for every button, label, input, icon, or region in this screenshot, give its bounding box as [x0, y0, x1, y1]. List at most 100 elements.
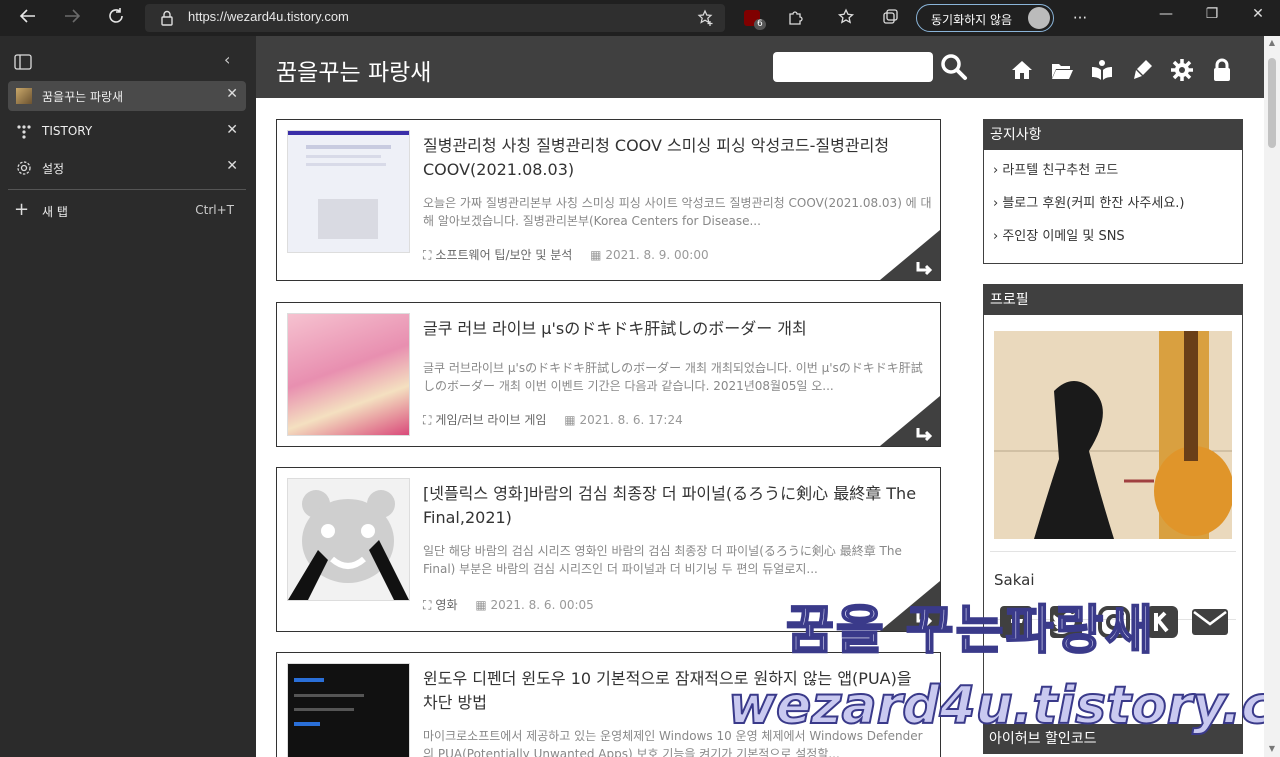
close-window-button[interactable]: ✕ [1248, 6, 1268, 22]
post-thumbnail[interactable] [287, 663, 410, 757]
post-excerpt: 글쿠 러브라이브 μ'sのドキドキ肝試しのボーダー 개최 개최되었습니다. 이번… [423, 361, 923, 393]
post-title[interactable]: 질병관리청 사칭 질병관리청 COOV 스미싱 피싱 악성코드-질병관리청 CO… [423, 134, 927, 182]
profile-name: Sakai [994, 571, 1035, 589]
folder-open-icon[interactable] [1050, 58, 1074, 82]
lock-icon [161, 10, 173, 26]
category-icon: ⛶ [423, 248, 432, 262]
post-category[interactable]: 소프트웨어 팁/보안 및 분석 [435, 248, 572, 262]
avatar [1028, 7, 1050, 29]
post-thumbnail[interactable] [287, 130, 410, 253]
watermark-url: wezard4u.tistory.com [727, 675, 1264, 737]
post-card[interactable]: 글쿠 러브 라이브 μ'sのドキドキ肝試しのボーダー 개최 글쿠 러브라이브 μ… [276, 302, 941, 447]
favorite-add-icon[interactable] [697, 9, 715, 27]
close-tab-button[interactable]: ✕ [226, 86, 238, 102]
new-tab-shortcut: Ctrl+T [195, 203, 234, 217]
search-input[interactable] [773, 52, 933, 82]
lock-icon[interactable] [1210, 58, 1234, 82]
home-icon[interactable] [1010, 58, 1034, 82]
favorites-star-icon [837, 8, 855, 24]
notice-item[interactable]: › 주인장 이메일 및 SNS [984, 220, 1242, 253]
maximize-button[interactable]: ❐ [1202, 6, 1222, 22]
calendar-icon: ▦ [564, 413, 576, 427]
scrollbar-thumb[interactable] [1268, 58, 1276, 148]
extensions-button[interactable] [786, 8, 806, 28]
restore-icon: ❐ [1205, 6, 1219, 22]
gear-icon[interactable] [1170, 58, 1194, 82]
book-icon[interactable] [1090, 58, 1114, 82]
scroll-up-icon[interactable]: ▲ [1267, 38, 1277, 48]
profile-image [994, 331, 1232, 539]
tab-actions-icon[interactable] [14, 54, 32, 70]
notice-widget: 공지사항 › 라프텔 친구추천 코드 › 블로그 후원(커피 한잔 사주세요.)… [983, 119, 1243, 264]
post-meta: ⛶ 소프트웨어 팁/보안 및 분석 ▦ 2021. 8. 9. 00:00 [423, 246, 709, 263]
web-page: 꿈을꾸는 파랑새 질병관리청 사칭 질병관리청 COOV 스미싱 피싱 악성코드… [256, 36, 1264, 757]
page-scrollbar[interactable]: ▲ ▼ [1264, 36, 1280, 757]
tab-title: 꿈을꾸는 파랑새 [42, 90, 124, 104]
ublock-badge: 6 [754, 19, 766, 30]
refresh-icon [109, 8, 123, 23]
divider [990, 551, 1236, 552]
tab-title: 설정 [42, 162, 65, 176]
tab-title: TISTORY [42, 124, 93, 138]
post-date: 2021. 8. 9. 00:00 [605, 248, 709, 262]
tab-tistory[interactable]: TISTORY ✕ [8, 117, 246, 147]
post-excerpt: 일단 해당 바람의 검심 시리즈 영화인 바람의 검심 최종장 더 파이널(るろ… [423, 544, 902, 576]
settings-more-button[interactable]: ··· [1070, 8, 1090, 28]
scroll-down-icon[interactable]: ▼ [1267, 744, 1277, 754]
post-excerpt: 오늘은 가짜 질병관리본부 사칭 스미싱 피싱 사이트 악성코드 질병관리청 C… [423, 196, 932, 228]
post-meta: ⛶ 게임/러브 라이브 게임 ▦ 2021. 8. 6. 17:24 [423, 411, 683, 428]
close-tab-button[interactable]: ✕ [226, 158, 238, 174]
tab-wezard-blog[interactable]: 꿈을꾸는 파랑새 ✕ [8, 81, 246, 111]
forward-button[interactable] [60, 6, 84, 30]
sync-profile-button[interactable]: 동기화하지 않음 [916, 4, 1054, 32]
post-date: 2021. 8. 6. 17:24 [579, 413, 683, 427]
mail-icon[interactable] [1190, 604, 1230, 640]
close-icon: ✕ [226, 122, 238, 138]
category-icon: ⛶ [423, 413, 432, 427]
post-category[interactable]: 게임/러브 라이브 게임 [435, 413, 546, 427]
browser-toolbar: https://wezard4u.tistory.com 6 동기화하지 않음 … [0, 0, 1280, 36]
site-title[interactable]: 꿈을꾸는 파랑새 [276, 53, 431, 87]
sidebar-divider [8, 189, 246, 190]
new-tab-button[interactable]: + 새 탭 Ctrl+T [8, 198, 246, 224]
notice-item[interactable]: › 블로그 후원(커피 한잔 사주세요.) [984, 187, 1242, 220]
sync-label: 동기화하지 않음 [931, 13, 1013, 27]
notice-heading: 공지사항 [984, 120, 1242, 150]
post-category[interactable]: 영화 [435, 598, 457, 612]
minimize-icon: — [1159, 6, 1173, 22]
category-icon: ⛶ [423, 598, 432, 612]
profile-heading: 프로필 [984, 285, 1242, 315]
watermark-title: 꿈을 꾸는파랑새 [785, 600, 1155, 662]
close-tab-button[interactable]: ✕ [226, 122, 238, 138]
read-more-corner-icon[interactable] [880, 396, 940, 446]
calendar-icon: ▦ [590, 248, 602, 262]
collapse-sidebar-button[interactable]: ‹ [224, 50, 230, 69]
site-header: 꿈을꾸는 파랑새 [256, 36, 1264, 98]
refresh-button[interactable] [104, 6, 128, 30]
url-text: https://wezard4u.tistory.com [188, 9, 349, 24]
close-icon: ✕ [226, 86, 238, 102]
more-icon: ··· [1072, 9, 1088, 27]
pen-icon[interactable] [1130, 58, 1154, 82]
forward-arrow-icon [65, 9, 81, 23]
read-more-corner-icon[interactable] [880, 230, 940, 280]
chevron-left-icon: ‹ [224, 50, 231, 69]
collections-button[interactable] [880, 8, 900, 28]
minimize-button[interactable]: — [1156, 6, 1176, 22]
post-title[interactable]: [넷플릭스 영화]바람의 검심 최종장 더 파이널(るろうに剣心 最終章 The… [423, 482, 927, 530]
post-date: 2021. 8. 6. 00:05 [490, 598, 594, 612]
new-tab-label: 새 탭 [42, 205, 68, 219]
post-title[interactable]: 글쿠 러브 라이브 μ'sのドキドキ肝試しのボーダー 개최 [423, 317, 927, 341]
profile-widget: 프로필 Sakai [983, 284, 1243, 734]
post-card[interactable]: 질병관리청 사칭 질병관리청 COOV 스미싱 피싱 악성코드-질병관리청 CO… [276, 119, 941, 281]
address-bar[interactable]: https://wezard4u.tistory.com [145, 4, 725, 32]
notice-item[interactable]: › 라프텔 친구추천 코드 [984, 154, 1242, 187]
search-icon[interactable] [940, 53, 968, 81]
favorites-button[interactable] [836, 8, 856, 28]
bear-illustration [288, 490, 409, 600]
back-button[interactable] [16, 6, 40, 30]
post-thumbnail[interactable] [287, 313, 410, 436]
tab-settings[interactable]: 설정 ✕ [8, 153, 246, 183]
post-thumbnail[interactable] [287, 478, 410, 601]
puzzle-icon [789, 11, 803, 25]
